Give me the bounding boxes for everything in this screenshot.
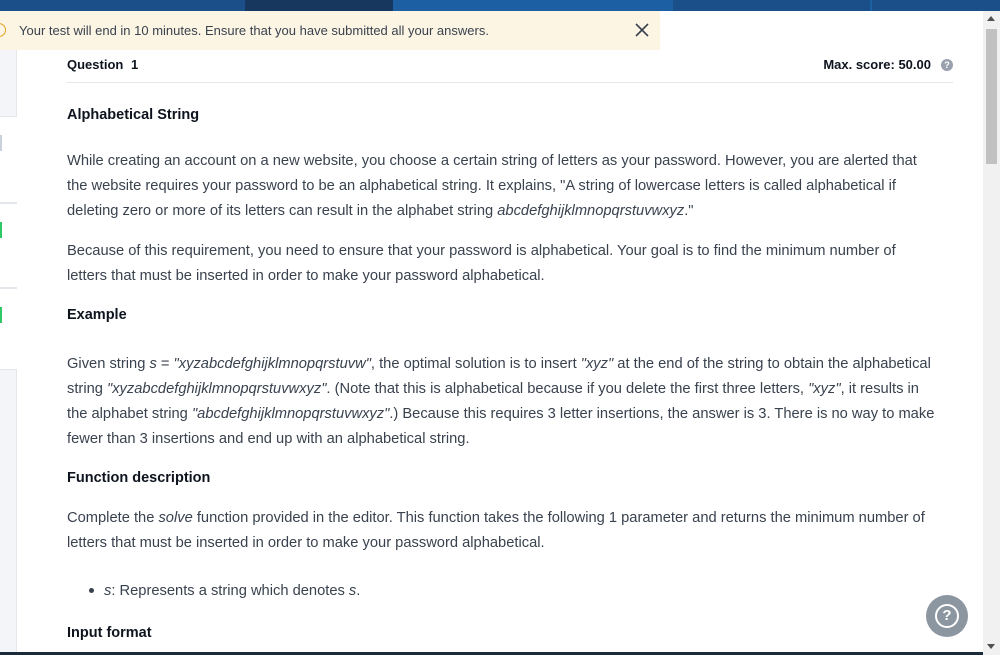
question-number-value: 1 bbox=[130, 57, 139, 72]
time-warning-message: Your test will end in 10 minutes. Ensure… bbox=[19, 23, 489, 38]
max-score-label: Max. score: 50.00 bbox=[823, 57, 931, 72]
top-nav-segment-active[interactable] bbox=[245, 0, 393, 11]
example-heading: Example bbox=[67, 307, 127, 323]
scroll-up-arrow-icon[interactable] bbox=[987, 16, 995, 21]
question-header: Question 1 Max. score: 50.00 ? bbox=[67, 50, 953, 83]
question-label: Question bbox=[67, 57, 124, 72]
top-nav-segment[interactable] bbox=[872, 0, 1000, 11]
time-warning-banner: Your test will end in 10 minutes. Ensure… bbox=[0, 11, 660, 50]
problem-intro-paragraph: While creating an account on a new websi… bbox=[67, 153, 917, 219]
question-content: Question 1 Max. score: 50.00 ? Alphabeti… bbox=[67, 50, 953, 641]
problem-title: Alphabetical String bbox=[67, 107, 200, 123]
warning-icon bbox=[0, 23, 6, 37]
question-circle-icon[interactable]: ? bbox=[941, 58, 953, 71]
sidebar-question-tab[interactable] bbox=[0, 288, 17, 370]
scrollbar-thumb[interactable] bbox=[986, 29, 997, 164]
question-sidebar bbox=[0, 11, 17, 655]
help-button[interactable]: ? bbox=[926, 595, 968, 637]
status-marker bbox=[0, 307, 2, 323]
max-score: Max. score: 50.00 ? bbox=[823, 57, 953, 72]
example-paragraph: Given string s = "xyzabcdefghijklmnopqrs… bbox=[67, 356, 935, 447]
help-circle-icon: ? bbox=[935, 604, 959, 628]
parameter-list-item: s: Represents a string which denotes s. bbox=[89, 583, 360, 599]
top-nav-segment[interactable] bbox=[673, 0, 870, 11]
function-description-paragraph: Complete the solve function provided in … bbox=[67, 510, 925, 551]
input-format-heading: Input format bbox=[67, 625, 152, 641]
function-description-heading: Function description bbox=[67, 470, 211, 486]
problem-requirement-paragraph: Because of this requirement, you need to… bbox=[67, 243, 896, 284]
status-marker bbox=[0, 135, 2, 151]
vertical-scrollbar[interactable] bbox=[983, 11, 1000, 655]
bullet-dot bbox=[89, 587, 94, 593]
close-icon[interactable] bbox=[633, 21, 651, 39]
sidebar-question-tab[interactable] bbox=[0, 116, 17, 203]
status-marker bbox=[0, 222, 2, 238]
question-number: Question 1 bbox=[67, 57, 138, 72]
sidebar-question-tab[interactable] bbox=[0, 203, 17, 288]
top-nav-bar bbox=[0, 0, 1000, 11]
scroll-down-arrow-icon[interactable] bbox=[987, 644, 995, 649]
top-nav-segment[interactable] bbox=[0, 0, 245, 11]
